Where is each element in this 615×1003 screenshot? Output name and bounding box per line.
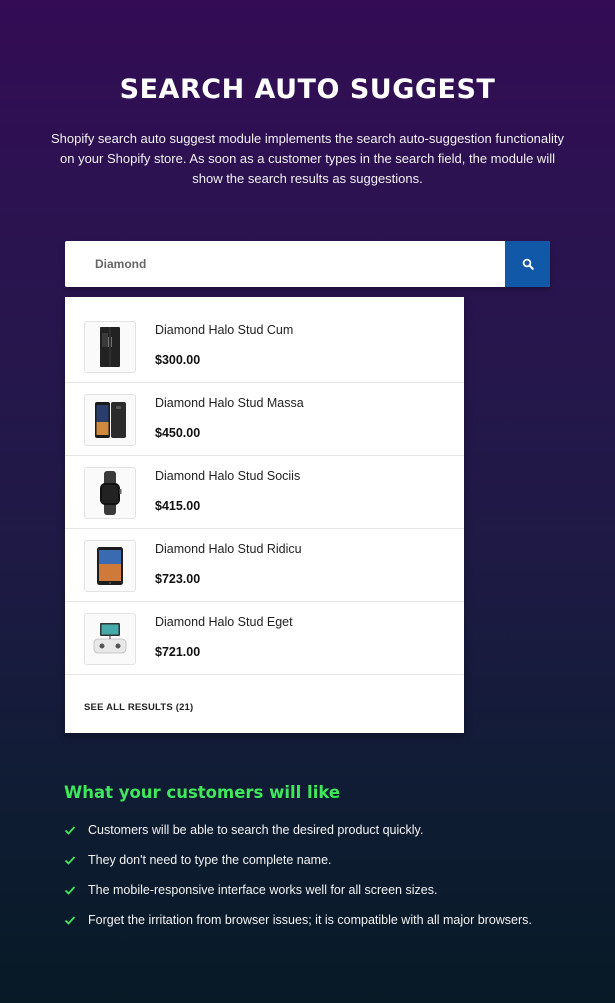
feature-text: Forget the irritation from browser issue…	[88, 913, 532, 927]
refrigerator-icon	[100, 327, 120, 367]
product-price: $415.00	[155, 499, 201, 513]
product-name: Diamond Halo Stud Massa	[155, 396, 304, 410]
product-price: $721.00	[155, 645, 201, 659]
search-icon	[522, 258, 534, 270]
product-thumbnail	[84, 321, 136, 373]
smartwatch-icon	[100, 471, 122, 515]
product-name: Diamond Halo Stud Ridicu	[155, 542, 302, 556]
check-icon	[64, 856, 76, 865]
result-item[interactable]: Diamond Halo Stud Ridicu $723.00	[65, 529, 464, 602]
product-price: $723.00	[155, 572, 201, 586]
tablet-icon	[97, 547, 123, 585]
see-all-results-link[interactable]: SEE ALL RESULTS (21)	[84, 702, 193, 713]
product-name: Diamond Halo Stud Eget	[155, 615, 293, 629]
features-title: What your customers will like	[64, 783, 341, 802]
result-item[interactable]: Diamond Halo Stud Cum $300.00	[65, 310, 464, 383]
page-title: SEARCH AUTO SUGGEST	[119, 74, 496, 105]
result-item[interactable]: Diamond Halo Stud Massa $450.00	[65, 383, 464, 456]
product-price: $450.00	[155, 426, 201, 440]
result-item[interactable]: Diamond Halo Stud Eget $721.00	[65, 602, 464, 675]
product-name: Diamond Halo Stud Sociis	[155, 469, 301, 483]
intro-text: Shopify search auto suggest module imple…	[50, 131, 565, 186]
drone-controller-icon	[93, 623, 127, 654]
product-thumbnail	[84, 394, 136, 446]
search-suggestions-dropdown: Diamond Halo Stud Cum $300.00 Diamond Ha…	[65, 297, 464, 733]
check-icon	[64, 886, 76, 895]
product-thumbnail	[84, 613, 136, 665]
search-button[interactable]	[505, 241, 550, 287]
search-input[interactable]	[65, 241, 505, 287]
result-item[interactable]: Diamond Halo Stud Sociis $415.00	[65, 456, 464, 529]
feature-text: Customers will be able to search the des…	[88, 823, 424, 837]
product-thumbnail	[84, 467, 136, 519]
feature-text: They don't need to type the complete nam…	[88, 853, 332, 867]
search-bar	[65, 241, 550, 287]
product-name: Diamond Halo Stud Cum	[155, 323, 294, 337]
feature-item: Forget the irritation from browser issue…	[64, 913, 584, 943]
check-icon	[64, 916, 76, 925]
feature-item: The mobile-responsive interface works we…	[64, 883, 584, 913]
feature-text: The mobile-responsive interface works we…	[88, 883, 438, 897]
feature-item: Customers will be able to search the des…	[64, 823, 584, 853]
smartphone-icon	[95, 402, 126, 438]
feature-item: They don't need to type the complete nam…	[64, 853, 584, 883]
features-list: Customers will be able to search the des…	[64, 823, 584, 943]
check-icon	[64, 826, 76, 835]
product-price: $300.00	[155, 353, 201, 367]
product-thumbnail	[84, 540, 136, 592]
